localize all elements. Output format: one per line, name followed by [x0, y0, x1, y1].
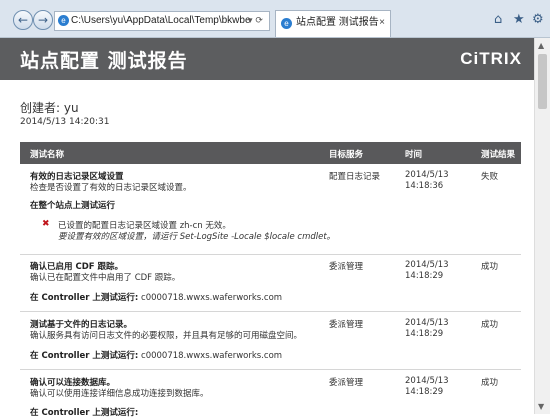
target-service: 配置日志记录 — [329, 172, 381, 182]
test-run-section: 在 Controller 上测试运行: c0000718.wwxs.waferw… — [30, 349, 282, 361]
page-title: 站点配置 测试报告 — [20, 50, 188, 72]
scroll-up-icon[interactable]: ▲ — [538, 41, 544, 50]
browser-chrome: ← → e C:\Users\yu\AppData\Local\Temp\bkw… — [0, 0, 550, 38]
result-status: 成功 — [481, 378, 499, 388]
table-row: 有效的日志记录区域设置 检查是否设置了有效的日志记录区域设置。 在整个站点上测试… — [20, 164, 521, 255]
section-label: 在 Controller 上测试运行: — [30, 293, 139, 303]
header-result: 测试结果 — [481, 150, 516, 160]
test-desc: 检查是否设置了有效的日志记录区域设置。 — [30, 183, 192, 193]
error-x-icon: ✖ — [42, 219, 50, 229]
header-service: 目标服务 — [329, 150, 364, 160]
address-tools[interactable]: ▾ ⟳ — [248, 11, 278, 31]
report-date: 2014/5/13 14:20:31 — [20, 117, 110, 127]
run-time: 14:18:29 — [405, 271, 444, 281]
gear-icon[interactable]: ⚙ — [532, 13, 544, 27]
star-icon[interactable]: ★ — [513, 13, 525, 27]
table-row: 确认可以连接数据库。 确认可以使用连接详细信息成功连接到数据库。 在 Contr… — [20, 370, 521, 418]
section-label: 在 Controller 上测试运行: — [30, 351, 139, 361]
ie-tab-icon: e — [281, 18, 292, 29]
test-run-section: 在 Controller 上测试运行: c0000718.wwxs.waferw… — [30, 291, 282, 303]
address-bar[interactable]: e C:\Users\yu\AppData\Local\Temp\bkwbe — [54, 11, 270, 31]
test-desc: 确认已在配置文件中启用了 CDF 跟踪。 — [30, 273, 181, 283]
vertical-scrollbar[interactable]: ▲ ▼ — [534, 38, 550, 414]
run-time: 14:18:29 — [405, 387, 444, 397]
result-status: 失败 — [481, 172, 499, 182]
test-run-section: 在整个站点上测试运行 — [30, 201, 116, 211]
ie-page-icon: e — [58, 15, 69, 26]
header-test-name: 测试名称 — [30, 150, 65, 160]
section-label: 在 Controller 上测试运行: — [30, 408, 139, 418]
scroll-down-icon[interactable]: ▼ — [538, 402, 544, 411]
tab-close-icon[interactable]: × — [379, 11, 385, 35]
report-creator: 创建者: yu — [20, 101, 79, 115]
table-row: 测试基于文件的日志记录。 确认服务具有访问日志文件的必要权限，并且具有足够的可用… — [20, 312, 521, 370]
address-text: C:\Users\yu\AppData\Local\Temp\bkwbe — [71, 15, 251, 26]
result-status: 成功 — [481, 320, 499, 330]
target-service: 委派管理 — [329, 320, 364, 330]
table-header: 测试名称 目标服务 时间 测试结果 — [20, 142, 521, 164]
citrix-logo: CiTRIX — [460, 49, 522, 68]
run-date: 2014/5/13 — [405, 376, 449, 386]
back-arrow-icon[interactable]: ← — [13, 10, 33, 30]
forward-arrow-icon[interactable]: → — [33, 10, 53, 30]
test-desc: 确认服务具有访问日志文件的必要权限，并且具有足够的可用磁盘空间。 — [30, 331, 303, 341]
run-date: 2014/5/13 — [405, 170, 449, 180]
home-icon[interactable]: ⌂ — [494, 13, 502, 27]
tab-title: 站点配置 测试报告 — [296, 17, 379, 28]
table-row: 确认已启用 CDF 跟踪。 确认已在配置文件中启用了 CDF 跟踪。 在 Con… — [20, 255, 521, 312]
run-date: 2014/5/13 — [405, 318, 449, 328]
run-time: 14:18:36 — [405, 181, 444, 191]
tab-report[interactable]: e 站点配置 测试报告 × — [275, 10, 391, 37]
scroll-thumb[interactable] — [538, 54, 547, 109]
result-status: 成功 — [481, 262, 499, 272]
section-host: c0000718.wwxs.waferworks.com — [141, 351, 283, 361]
report-header: 站点配置 测试报告 CiTRIX — [0, 38, 534, 80]
target-service: 委派管理 — [329, 378, 364, 388]
test-desc: 确认可以使用连接详细信息成功连接到数据库。 — [30, 389, 209, 399]
run-date: 2014/5/13 — [405, 260, 449, 270]
target-service: 委派管理 — [329, 262, 364, 272]
section-host: c0000718.wwxs.waferworks.com — [141, 293, 283, 303]
run-time: 14:18:29 — [405, 329, 444, 339]
error-hint: 要设置有效的区域设置，请运行 Set-LogSite -Locale $loca… — [58, 232, 336, 242]
results-table: 测试名称 目标服务 时间 测试结果 有效的日志记录区域设置 检查是否设置了有效的… — [20, 142, 521, 418]
header-time: 时间 — [405, 150, 423, 160]
